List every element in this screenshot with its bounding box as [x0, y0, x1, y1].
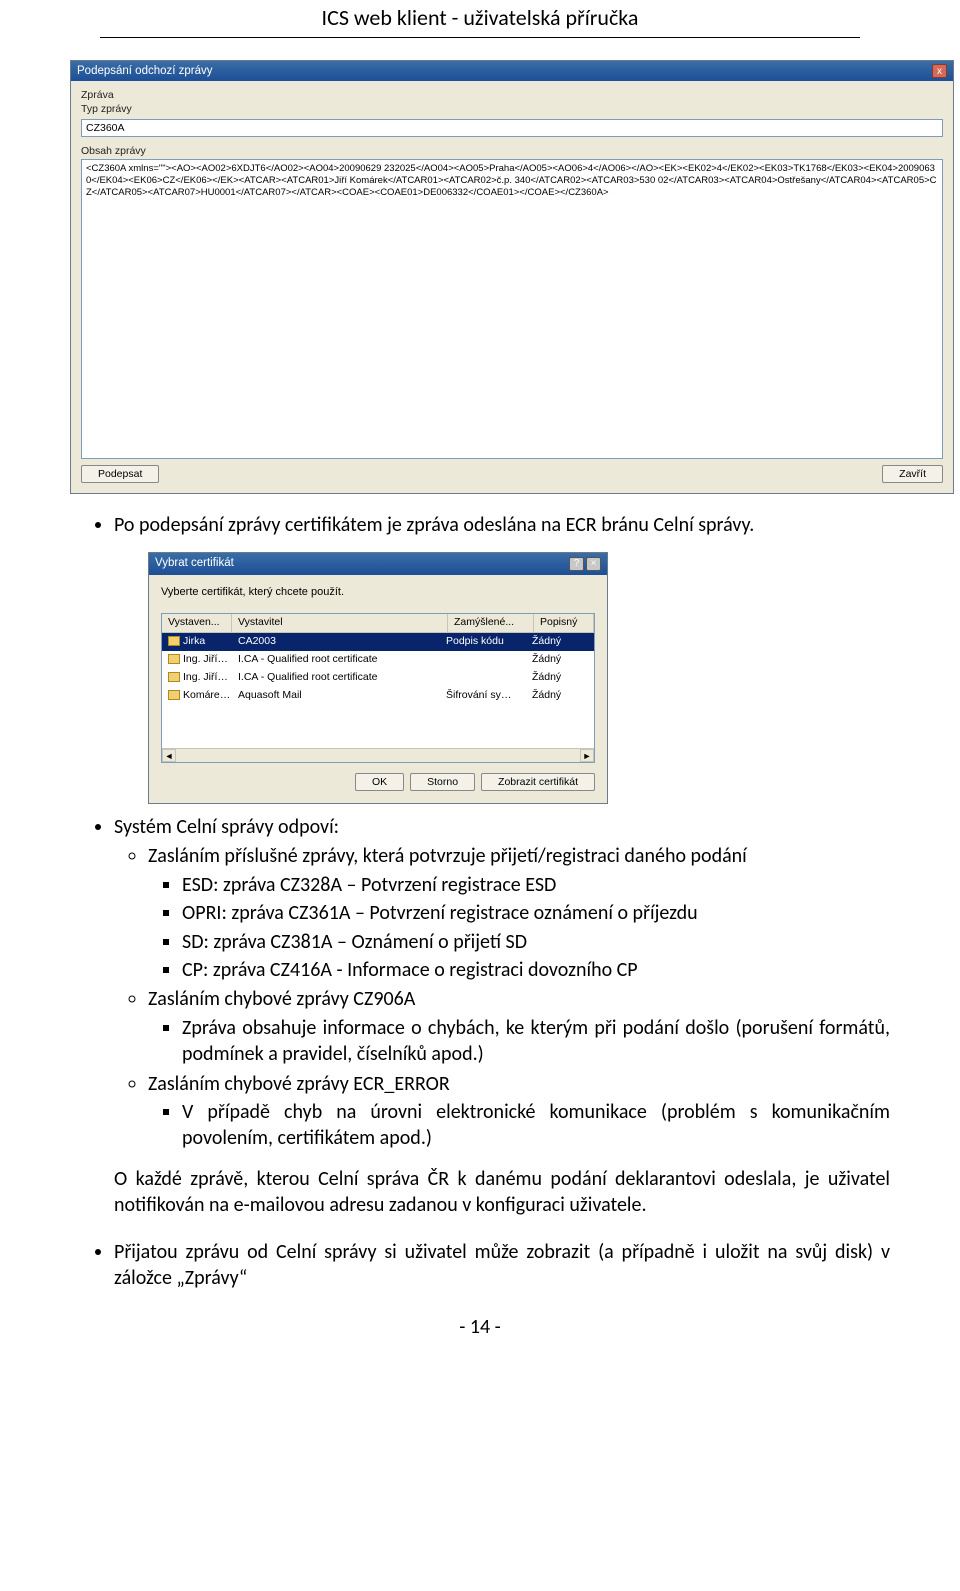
help-icon[interactable]: ? — [569, 557, 584, 571]
list-item-text: Zasláním chybové zprávy CZ906A — [148, 987, 415, 1011]
sign-window: Podepsání odchozí zprávy x Zpráva Typ zp… — [70, 60, 954, 494]
cert-dialog-subtitle: Vyberte certifikát, který chcete použít. — [161, 585, 595, 600]
col-header[interactable]: Vystavitel — [232, 614, 448, 632]
col-header[interactable]: Zamýšlené... — [448, 614, 534, 632]
paragraph: O každé zprávě, kterou Celní správa ČR k… — [114, 1166, 890, 1219]
storno-button[interactable]: Storno — [410, 773, 475, 791]
list-item: Zasláním chybové zprávy CZ906A Zpráva ob… — [148, 986, 890, 1067]
cert-icon — [168, 636, 180, 646]
sign-window-title: Podepsání odchozí zprávy — [77, 65, 213, 77]
group-label: Zpráva — [81, 89, 943, 101]
content-label: Obsah zprávy — [81, 145, 943, 157]
page-number: - 14 - — [70, 1315, 890, 1339]
sign-window-titlebar: Podepsání odchozí zprávy x — [71, 61, 953, 81]
cert-dialog-titlebar: Vybrat certifikát ? × — [149, 553, 607, 574]
table-row[interactable]: Komáre…Aquasoft MailŠifrování sy…Žádný — [162, 687, 594, 705]
table-row[interactable]: Ing. Jiří…I.CA - Qualified root certific… — [162, 651, 594, 669]
type-label: Typ zprávy — [81, 103, 943, 115]
page-header: ICS web klient - uživatelská příručka — [100, 0, 860, 38]
list-item-text: Zasláním chybové zprávy ECR_ERROR — [148, 1072, 450, 1096]
cert-table-header: Vystaven... Vystavitel Zamýšlené... Popi… — [162, 614, 594, 633]
content-textarea[interactable]: <CZ360A xmlns=""><AO><AO02>6XDJT6</AO02>… — [81, 159, 943, 459]
list-item-text: Systém Celní správy odpoví: — [114, 815, 339, 839]
col-header[interactable]: Popisný — [534, 614, 594, 632]
scroll-right-icon[interactable]: ► — [580, 749, 594, 762]
col-header[interactable]: Vystaven... — [162, 614, 232, 632]
list-item: Zasláním chybové zprávy ECR_ERROR V příp… — [148, 1071, 890, 1152]
close-button[interactable]: Zavřít — [882, 465, 943, 483]
list-item: Zpráva obsahuje informace o chybách, ke … — [182, 1015, 890, 1068]
ok-button[interactable]: OK — [355, 773, 404, 791]
page-title: ICS web klient - uživatelská příručka — [322, 4, 639, 31]
close-icon[interactable]: × — [586, 557, 601, 571]
page-content: Podepsání odchozí zprávy x Zpráva Typ zp… — [0, 38, 960, 1349]
horizontal-scrollbar[interactable]: ◄ ► — [162, 748, 594, 762]
cert-dialog: Vybrat certifikát ? × Vyberte certifikát… — [148, 552, 608, 804]
list-item: ESD: zpráva CZ328A – Potvrzení registrac… — [182, 872, 890, 898]
scroll-left-icon[interactable]: ◄ — [162, 749, 176, 762]
list-item: Přijatou zprávu od Celní správy si uživa… — [114, 1239, 890, 1292]
type-input[interactable] — [81, 119, 943, 137]
list-item: OPRI: zpráva CZ361A – Potvrzení registra… — [182, 900, 890, 926]
list-item: V případě chyb na úrovni elektronické ko… — [182, 1099, 890, 1152]
cert-dialog-title: Vybrat certifikát — [155, 556, 234, 571]
table-row[interactable]: Ing. Jiří…I.CA - Qualified root certific… — [162, 669, 594, 687]
sign-button[interactable]: Podepsat — [81, 465, 159, 483]
list-item: Po podepsání zprávy certifikátem je zprá… — [114, 512, 890, 538]
cert-icon — [168, 672, 180, 682]
cert-icon — [168, 654, 180, 664]
cert-table: Vystaven... Vystavitel Zamýšlené... Popi… — [161, 613, 595, 763]
document-body: Po podepsání zprávy certifikátem je zprá… — [70, 512, 890, 1291]
list-item-text: Zasláním příslušné zprávy, která potvrzu… — [148, 844, 747, 868]
table-row[interactable]: JirkaCA2003Podpis kóduŽádný — [162, 633, 594, 651]
list-item: Systém Celní správy odpoví: Zasláním pří… — [114, 814, 890, 1218]
cert-icon — [168, 690, 180, 700]
close-icon[interactable]: x — [932, 64, 947, 78]
show-cert-button[interactable]: Zobrazit certifikát — [481, 773, 595, 791]
list-item: Zasláním příslušné zprávy, která potvrzu… — [148, 843, 890, 983]
list-item: SD: zpráva CZ381A – Oznámení o přijetí S… — [182, 929, 890, 955]
list-item: CP: zpráva CZ416A - Informace o registra… — [182, 957, 890, 983]
